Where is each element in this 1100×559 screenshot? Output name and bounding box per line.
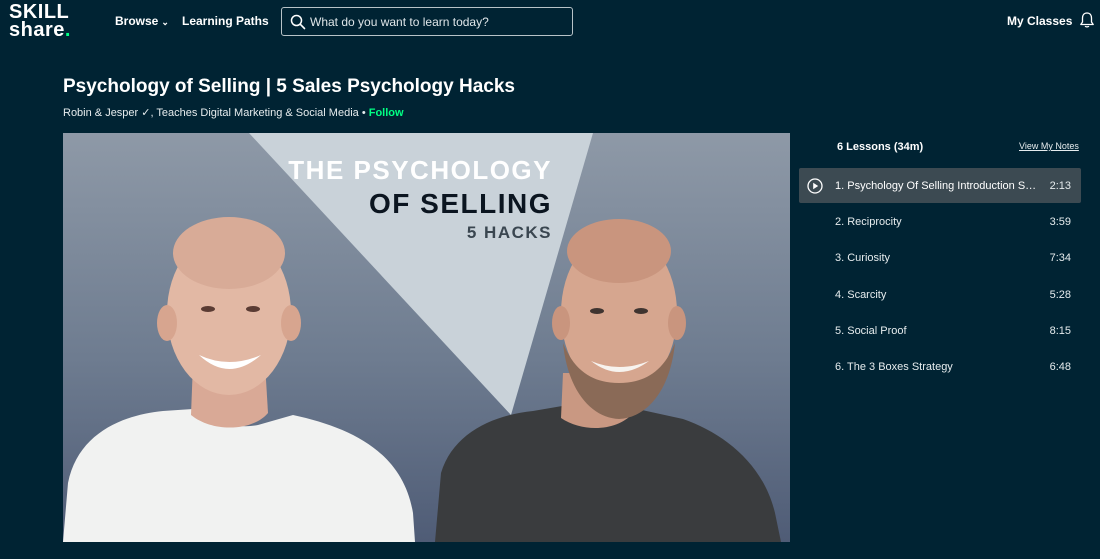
logo-line2: share. — [9, 19, 71, 41]
lesson-item-2[interactable]: 2. Reciprocity 3:59 — [799, 204, 1081, 239]
lesson-item-1[interactable]: 1. Psychology Of Selling Introduction Se… — [799, 168, 1081, 203]
browse-menu[interactable]: Browse ⌄ — [115, 14, 169, 28]
lesson-item-5[interactable]: 5. Social Proof 8:15 — [799, 313, 1081, 348]
lesson-duration: 8:15 — [1049, 325, 1071, 337]
lesson-duration: 7:34 — [1049, 252, 1071, 264]
search-bar[interactable] — [281, 7, 573, 36]
chevron-down-icon: ⌄ — [161, 17, 169, 27]
course-title: Psychology of Selling | 5 Sales Psycholo… — [63, 76, 515, 97]
video-player[interactable]: THE PSYCHOLOGY OF SELLING 5 HACKS — [63, 133, 790, 542]
lesson-item-4[interactable]: 4. Scarcity 5:28 — [799, 277, 1081, 312]
view-notes-link[interactable]: View My Notes — [1019, 141, 1079, 151]
browse-label: Browse — [115, 14, 159, 28]
search-icon — [290, 14, 306, 30]
lesson-item-6[interactable]: 6. The 3 Boxes Strategy 6:48 — [799, 349, 1081, 384]
lesson-title: 4. Scarcity — [835, 289, 887, 301]
play-icon — [807, 178, 823, 194]
learning-paths-link[interactable]: Learning Paths — [182, 14, 269, 28]
bell-icon[interactable] — [1079, 11, 1095, 29]
video-title-line1: THE PSYCHOLOGY — [288, 155, 552, 185]
skillshare-logo[interactable]: SKILL share. — [9, 2, 89, 41]
lesson-duration: 3:59 — [1049, 216, 1071, 228]
lesson-title: 6. The 3 Boxes Strategy — [835, 361, 953, 373]
lesson-title: 1. Psychology Of Selling Introduction Se… — [835, 180, 1040, 192]
video-title-line2: OF SELLING — [369, 188, 552, 219]
follow-button[interactable]: Follow — [369, 107, 404, 119]
lessons-count: 6 Lessons (34m) — [837, 141, 924, 153]
course-teachers: Robin & Jesper ✓, Teaches Digital Market… — [63, 106, 404, 119]
lesson-title: 2. Reciprocity — [835, 216, 902, 228]
lesson-duration: 6:48 — [1049, 361, 1071, 373]
lesson-duration: 5:28 — [1049, 289, 1071, 301]
lesson-title: 3. Curiosity — [835, 252, 891, 264]
lesson-title: 5. Social Proof — [835, 325, 907, 337]
search-input[interactable] — [310, 13, 565, 31]
top-nav: SKILL share. Browse⌄ Learning Paths My C… — [0, 0, 1100, 44]
teachers-text: Robin & Jesper ✓, Teaches Digital Market… — [63, 107, 369, 119]
my-classes-link[interactable]: My Classes — [1007, 14, 1072, 28]
video-title-line3: 5 HACKS — [466, 223, 552, 242]
lesson-item-3[interactable]: 3. Curiosity 7:34 — [799, 240, 1081, 275]
lesson-duration: 2:13 — [1049, 180, 1071, 192]
